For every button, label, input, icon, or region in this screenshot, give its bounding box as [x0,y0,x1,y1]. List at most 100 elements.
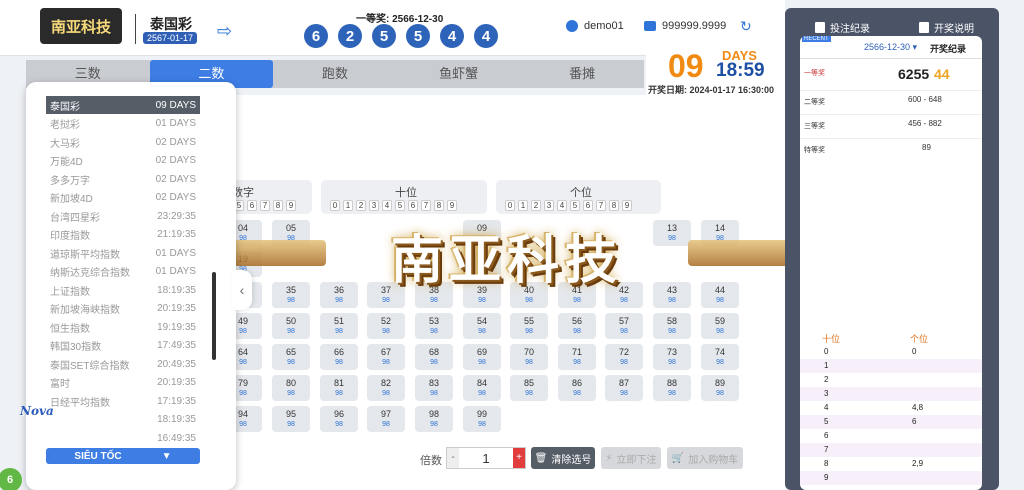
number-cell[interactable]: 43 98 [653,282,691,308]
number-cell[interactable]: 52 98 [367,313,405,339]
number-cell[interactable]: 55 98 [510,313,548,339]
sidebar-item[interactable]: 纳斯达克综合指数 01 DAYS [46,263,200,281]
number-cell[interactable]: 54 98 [463,313,501,339]
number-cell[interactable]: 09 98 [463,220,501,246]
digit-chip[interactable]: 4 [557,200,567,211]
number-cell[interactable]: 81 98 [320,375,358,401]
digit-chip[interactable]: 1 [343,200,353,211]
rules-button[interactable]: 开奖说明 [919,20,974,35]
digit-chip[interactable]: 8 [609,200,619,211]
digit-chip[interactable]: 9 [447,200,457,211]
number-cell[interactable]: 35 98 [272,282,310,308]
number-cell[interactable]: 86 98 [558,375,596,401]
number-cell[interactable]: 41 98 [558,282,596,308]
sidebar-item[interactable]: 多多万字 02 DAYS [46,170,200,188]
number-cell[interactable]: 67 98 [367,344,405,370]
sidebar-item[interactable]: 印度指数 21:19:35 [46,226,200,244]
add-to-cart-button[interactable]: 🛒 加入购物车 [667,447,743,469]
sidebar-item[interactable]: 上证指数 18:19:35 [46,281,200,299]
multiplier-stepper[interactable]: - 1 + [446,447,526,469]
sidebar-item[interactable]: 老挝彩 01 DAYS [46,115,200,133]
digit-chip[interactable]: 7 [421,200,431,211]
collapse-sidebar-button[interactable]: ‹ [232,270,252,310]
sidebar-item[interactable]: 大马彩 02 DAYS [46,133,200,151]
sidebar-item[interactable]: 新加坡4D 02 DAYS [46,189,200,207]
tab-run[interactable]: 跑数 [273,60,397,88]
refresh-icon[interactable]: ↻ [740,18,752,35]
digit-chip[interactable]: 0 [505,200,515,211]
number-cell[interactable]: 50 98 [272,313,310,339]
number-cell[interactable]: 97 98 [367,406,405,432]
number-cell[interactable]: 96 98 [320,406,358,432]
number-cell[interactable]: 59 98 [701,313,739,339]
user-info[interactable]: demo01 [566,20,624,32]
digit-chip[interactable]: 4 [382,200,392,211]
sidebar-item[interactable]: 恒生指数 19:19:35 [46,318,200,336]
sidebar-item[interactable]: 韩国30指数 17:49:35 [46,337,200,355]
digit-chip[interactable]: 1 [518,200,528,211]
exit-icon[interactable]: ⇨ [217,22,232,40]
sidebar-item[interactable]: 台湾四星彩 23:29:35 [46,207,200,225]
number-cell[interactable]: 82 98 [367,375,405,401]
minus-button[interactable]: - [447,448,459,468]
digit-chip[interactable]: 5 [570,200,580,211]
number-cell[interactable]: 56 98 [558,313,596,339]
digit-chip[interactable]: 0 [330,200,340,211]
confirm-bet-button[interactable]: ⚡ 立即下注 [601,447,661,469]
number-cell[interactable]: 51 98 [320,313,358,339]
number-cell[interactable]: 88 98 [653,375,691,401]
clear-selection-button[interactable]: 🗑 清除选号 [531,447,595,469]
number-cell[interactable]: 84 98 [463,375,501,401]
number-cell[interactable]: 53 98 [415,313,453,339]
digit-chip[interactable]: 8 [434,200,444,211]
notification-badge[interactable]: 6 [0,468,22,490]
digit-chip[interactable]: 3 [369,200,379,211]
digit-chip[interactable]: 6 [408,200,418,211]
digit-chip[interactable]: 2 [531,200,541,211]
number-cell[interactable]: 24 98 [463,251,501,277]
number-cell[interactable]: 36 98 [320,282,358,308]
number-cell[interactable]: 72 98 [605,344,643,370]
plus-button[interactable]: + [513,448,525,468]
number-cell[interactable]: 65 98 [272,344,310,370]
sidebar-item[interactable]: 新加坡海峡指数 20:19:35 [46,300,200,318]
number-cell[interactable]: 57 98 [605,313,643,339]
number-cell[interactable]: 05 98 [272,220,310,246]
digit-chip[interactable]: 5 [395,200,405,211]
number-cell[interactable]: 98 98 [415,406,453,432]
number-cell[interactable]: 58 98 [653,313,691,339]
number-cell[interactable]: 74 98 [701,344,739,370]
brand-logo[interactable]: 南亚科技 [40,8,122,44]
bet-record-button[interactable]: 投注纪录 [815,20,870,35]
digit-chip[interactable]: 9 [622,200,632,211]
number-cell[interactable]: 83 98 [415,375,453,401]
number-cell[interactable]: 13 98 [653,220,691,246]
number-cell[interactable]: 73 98 [653,344,691,370]
sidebar-item[interactable]: 道琼斯平均指数 01 DAYS [46,244,200,262]
number-cell[interactable]: 70 98 [510,344,548,370]
number-cell[interactable]: 95 98 [272,406,310,432]
sidebar-item[interactable]: 万能4D 02 DAYS [46,152,200,170]
sidebar-item[interactable]: 泰国SET综合指数 20:49:35 [46,355,200,373]
tab-fantan[interactable]: 番摊 [520,60,644,88]
number-cell[interactable]: 42 98 [605,282,643,308]
super-fast-button[interactable]: SIÊU TỐC ▼ [46,448,200,464]
number-cell[interactable]: 71 98 [558,344,596,370]
digit-chip[interactable]: 9 [286,200,296,211]
number-cell[interactable]: 40 98 [510,282,548,308]
number-cell[interactable]: 37 98 [367,282,405,308]
number-cell[interactable]: 68 98 [415,344,453,370]
number-cell[interactable]: 89 98 [701,375,739,401]
number-cell[interactable]: 44 98 [701,282,739,308]
digit-chip[interactable]: 2 [356,200,366,211]
number-cell[interactable]: 14 98 [701,220,739,246]
digit-chip[interactable]: 8 [273,200,283,211]
number-cell[interactable]: 85 98 [510,375,548,401]
digit-chip[interactable]: 6 [583,200,593,211]
tab-fish-shrimp-crab[interactable]: 鱼虾蟹 [397,60,521,88]
sidebar-scrollbar[interactable] [212,272,216,360]
number-cell[interactable]: 80 98 [272,375,310,401]
number-cell[interactable]: 66 98 [320,344,358,370]
digit-chip[interactable]: 7 [596,200,606,211]
record-date-select[interactable]: 2566-12-30 ▾ [864,42,917,53]
